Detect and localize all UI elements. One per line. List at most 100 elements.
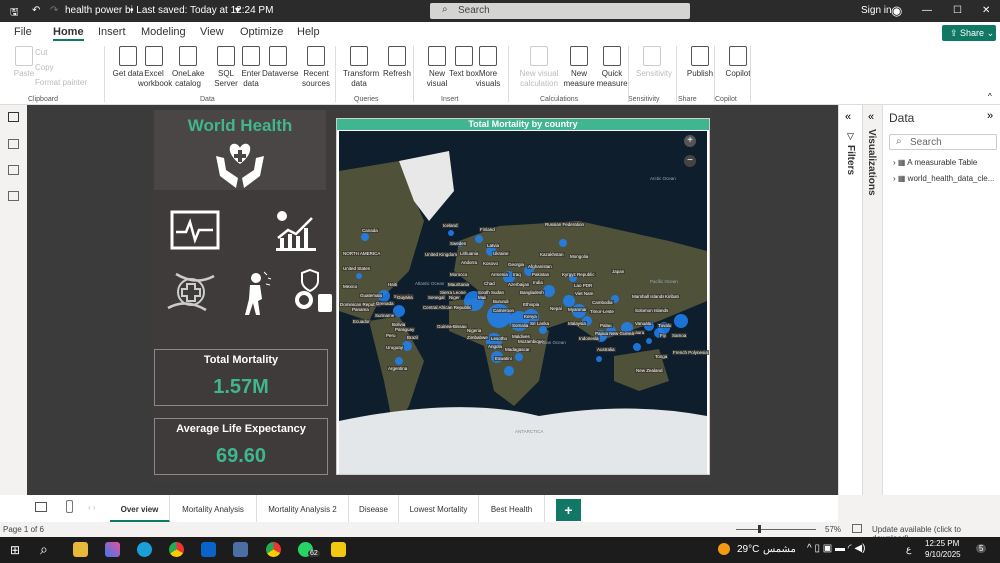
power-bi-icon[interactable] xyxy=(331,542,346,557)
page-tab[interactable]: Over view xyxy=(110,495,170,522)
clock-time[interactable]: 12:25 PM xyxy=(925,539,959,548)
table-view-icon[interactable] xyxy=(8,139,19,149)
publish-button[interactable]: Publish xyxy=(684,46,716,79)
menu-insert[interactable]: Insert xyxy=(98,26,126,38)
menu-optimize[interactable]: Optimize xyxy=(240,26,283,38)
menu-modeling[interactable]: Modeling xyxy=(141,26,186,38)
map-country-label: Australia xyxy=(596,347,616,352)
fit-page-icon[interactable] xyxy=(852,524,862,533)
mortality-bubble[interactable] xyxy=(504,366,514,376)
outlook-icon[interactable] xyxy=(201,542,216,557)
kpi-card-life-expectancy[interactable]: Average Life Expectancy 69.60 xyxy=(154,418,328,475)
save-icon[interactable]: 🖫 xyxy=(10,5,19,22)
page-tab[interactable]: Disease xyxy=(349,495,399,522)
zoom-slider-handle[interactable] xyxy=(758,525,761,533)
windows-start-icon[interactable]: ⊞ xyxy=(10,543,20,557)
zoom-in-button[interactable]: + xyxy=(684,135,696,147)
menu-help[interactable]: Help xyxy=(297,26,320,38)
mortality-bubble[interactable] xyxy=(559,239,567,247)
zoom-slider[interactable] xyxy=(736,529,816,530)
filters-label[interactable]: Filters xyxy=(845,145,856,175)
ribbon-group-label: Clipboard xyxy=(28,96,58,103)
edge-icon[interactable] xyxy=(137,542,152,557)
map-canvas[interactable]: Canada Iceland Finland Russian Federation Sw… xyxy=(339,131,709,474)
maximize-button[interactable]: ☐ xyxy=(953,5,962,16)
mortality-bubble[interactable] xyxy=(539,326,547,334)
mortality-bubble[interactable] xyxy=(596,356,602,362)
menu-view[interactable]: View xyxy=(200,26,224,38)
mortality-bubble[interactable] xyxy=(633,343,641,351)
expand-icon[interactable]: » xyxy=(987,110,993,122)
filters-pane[interactable]: « ▽ Filters xyxy=(838,105,862,495)
refresh-button[interactable]: Refresh xyxy=(381,46,413,79)
file-explorer-icon[interactable] xyxy=(73,542,88,557)
notification-badge[interactable]: 5 xyxy=(976,544,987,553)
mortality-bubble[interactable] xyxy=(395,357,403,365)
mortality-bubble[interactable] xyxy=(475,235,483,243)
map-visual[interactable]: Total Mortality by country Canada Iceland… xyxy=(336,118,710,475)
table-item[interactable]: › ▦ world_health_data_cle... xyxy=(893,174,994,183)
mobile-layout-icon[interactable] xyxy=(66,500,73,513)
data-search-input[interactable]: ⌕ Search xyxy=(889,134,997,150)
page-tab[interactable]: Best Health xyxy=(479,495,545,522)
page-tab[interactable]: Lowest Mortality xyxy=(399,495,479,522)
desktop-layout-icon[interactable] xyxy=(35,502,47,512)
language-indicator[interactable]: ع xyxy=(906,544,911,555)
account-icon[interactable]: ◉ xyxy=(891,3,902,19)
mortality-bubble[interactable] xyxy=(515,353,523,361)
recent-sources-button[interactable]: Recent sources xyxy=(300,46,332,89)
mortality-bubble[interactable] xyxy=(543,285,555,297)
visualizations-label[interactable]: Visualizations xyxy=(866,129,877,196)
tab-scroll-arrows[interactable]: ‹ › xyxy=(88,503,96,512)
new-measure-button[interactable]: New measure xyxy=(563,46,595,89)
zoom-out-button[interactable]: − xyxy=(684,155,696,167)
collapse-ribbon-icon[interactable]: ^ xyxy=(988,92,992,101)
model-view-icon[interactable] xyxy=(8,165,19,175)
search-icon: ⌕ xyxy=(896,136,902,147)
collapse-icon[interactable]: « xyxy=(845,111,851,123)
menu-home[interactable]: Home xyxy=(53,26,84,41)
onelake-catalog-button[interactable]: OneLake catalog xyxy=(172,46,204,89)
table-item[interactable]: › ▦ A measurable Table xyxy=(893,158,977,167)
mortality-bubble[interactable] xyxy=(356,273,362,279)
tray-chevron-icon[interactable]: ^ ▯ ▣ ▬ ◜ ◀) xyxy=(807,543,865,554)
more-visuals-button[interactable]: More visuals xyxy=(472,46,504,89)
visualizations-pane[interactable]: « Visualizations xyxy=(862,105,882,495)
chrome-icon[interactable] xyxy=(169,542,184,557)
app-icon[interactable] xyxy=(233,542,248,557)
mortality-bubble[interactable] xyxy=(448,230,454,236)
publish-icon xyxy=(691,46,709,66)
chrome-icon[interactable] xyxy=(266,542,281,557)
page-tab[interactable]: Mortality Analysis xyxy=(170,495,257,522)
search-icon[interactable]: ⌕ xyxy=(40,541,48,558)
page-tab[interactable]: Mortality Analysis 2 xyxy=(257,495,349,522)
sign-in-link[interactable]: Sign in xyxy=(861,5,892,16)
transform-data-button[interactable]: Transform data xyxy=(343,46,379,89)
collapse-icon[interactable]: « xyxy=(868,111,874,123)
minimize-button[interactable]: — xyxy=(922,5,932,16)
mortality-bubble[interactable] xyxy=(646,338,652,344)
clock-date[interactable]: 9/10/2025 xyxy=(925,550,961,559)
close-button[interactable]: ✕ xyxy=(982,5,990,16)
weather-temp[interactable]: 29°C xyxy=(737,544,759,555)
map-country-label: Afghanistan xyxy=(527,264,553,269)
kpi-card-total-mortality[interactable]: Total Mortality 1.57M xyxy=(154,349,328,406)
map-country-label: Canada xyxy=(361,228,379,233)
share-button[interactable]: ⇪ Share ⌄ xyxy=(942,25,996,41)
ribbon-label: Dataverse xyxy=(262,69,299,78)
add-page-button[interactable]: + xyxy=(556,499,581,521)
search-input[interactable]: ⌕ Search xyxy=(430,3,690,19)
mortality-bubble[interactable] xyxy=(361,233,369,241)
menu-file[interactable]: File xyxy=(14,26,32,38)
map-country-label: Guyana xyxy=(396,295,414,300)
dax-query-icon[interactable] xyxy=(8,191,19,201)
quick-measure-button[interactable]: Quick measure xyxy=(596,46,628,89)
mortality-bubble[interactable] xyxy=(674,314,688,328)
report-view-icon[interactable] xyxy=(8,112,19,122)
copilot-icon[interactable] xyxy=(105,542,120,557)
dataverse-button[interactable]: Dataverse xyxy=(262,46,298,79)
chevron-down-icon[interactable]: ▾ xyxy=(235,5,240,16)
undo-icon[interactable]: ↶ xyxy=(32,5,40,16)
excel-workbook-button[interactable]: Excel workbook xyxy=(138,46,172,89)
ribbon-divider xyxy=(750,46,751,102)
